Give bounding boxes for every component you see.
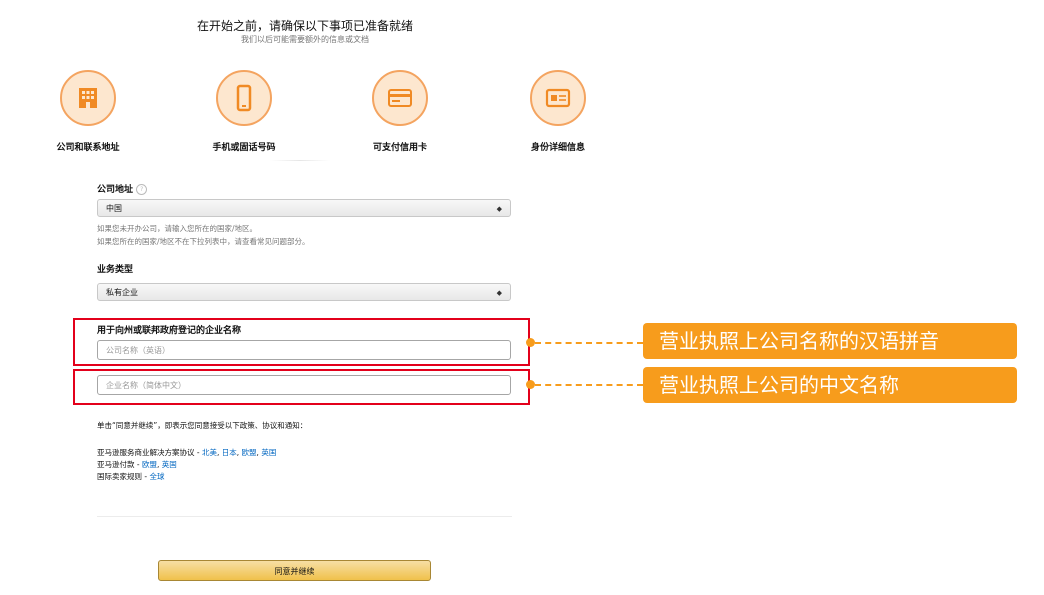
requirement-address: 公司和联系地址 <box>10 70 166 153</box>
agree-continue-button[interactable]: 同意并继续 <box>158 560 431 581</box>
phone-icon <box>216 70 272 126</box>
requirement-label: 身份详细信息 <box>530 143 585 153</box>
agreement-text: 亚马逊服务商业解决方案协议 - <box>97 448 202 457</box>
link-uk[interactable]: 英国 <box>261 448 276 457</box>
requirement-label: 手机或固话号码 <box>212 143 276 153</box>
business-type-select[interactable]: 私有企业 ◆ <box>97 283 511 301</box>
agreement-intro: 单击“同意并继续”，即表示您同意接受以下政策、协议和通知： <box>97 421 308 430</box>
section-divider <box>270 160 330 161</box>
callout-connector <box>535 384 643 386</box>
company-address-label-text: 公司地址 <box>97 185 134 195</box>
select-arrow-icon: ◆ <box>496 205 502 213</box>
id-card-icon <box>530 70 586 126</box>
callout-dot <box>526 380 535 389</box>
page-subtitle: 我们以后可能需要额外的信息或文档 <box>241 35 369 44</box>
callout-chinese-name: 营业执照上公司的中文名称 <box>643 367 1017 403</box>
page-title: 在开始之前，请确保以下事项已准备就绪 <box>196 19 413 33</box>
link-uk[interactable]: 英国 <box>162 460 177 469</box>
credit-card-icon <box>372 70 428 126</box>
requirement-phone: 手机或固话号码 <box>166 70 322 153</box>
footer-separator <box>97 516 512 517</box>
agreement-text: 亚马逊付款 - <box>97 460 142 469</box>
company-address-value: 中国 <box>106 204 122 213</box>
agreement-text: 国际卖家规则 - <box>97 472 150 481</box>
requirement-identity: 身份详细信息 <box>480 70 636 153</box>
link-eu[interactable]: 欧盟 <box>142 460 157 469</box>
link-north-america[interactable]: 北美 <box>202 448 217 457</box>
highlight-box-english-name <box>73 318 530 366</box>
requirement-label: 可支付信用卡 <box>372 143 427 153</box>
business-type-value: 私有企业 <box>106 288 138 297</box>
agreement-line: 国际卖家规则 - 全球 <box>97 471 164 482</box>
link-eu[interactable]: 欧盟 <box>242 448 257 457</box>
callout-pinyin-name: 营业执照上公司名称的汉语拼音 <box>643 323 1017 359</box>
link-global[interactable]: 全球 <box>149 472 164 481</box>
requirement-label: 公司和联系地址 <box>56 143 120 153</box>
callout-connector <box>535 342 643 344</box>
company-address-hint-dropdown: 如果您所在的国家/地区不在下拉列表中，请查看常见问题部分。 <box>97 237 310 246</box>
highlight-box-chinese-name <box>73 369 530 405</box>
help-icon[interactable]: ? <box>136 184 148 195</box>
select-arrow-icon: ◆ <box>496 289 502 297</box>
company-address-hint: 如果您未开办公司，请输入您所在的国家/地区。 <box>97 224 258 233</box>
link-japan[interactable]: 日本 <box>222 448 237 457</box>
agreement-line: 亚马逊服务商业解决方案协议 - 北美, 日本, 欧盟, 英国 <box>97 448 277 457</box>
business-type-label: 业务类型 <box>97 265 134 275</box>
callout-dot <box>526 338 535 347</box>
requirement-credit-card: 可支付信用卡 <box>322 70 478 153</box>
agreement-line: 亚马逊付款 - 欧盟, 英国 <box>97 460 177 469</box>
company-address-label: 公司地址 ? <box>97 182 148 195</box>
building-icon <box>60 70 116 126</box>
company-address-select[interactable]: 中国 ◆ <box>97 199 511 217</box>
